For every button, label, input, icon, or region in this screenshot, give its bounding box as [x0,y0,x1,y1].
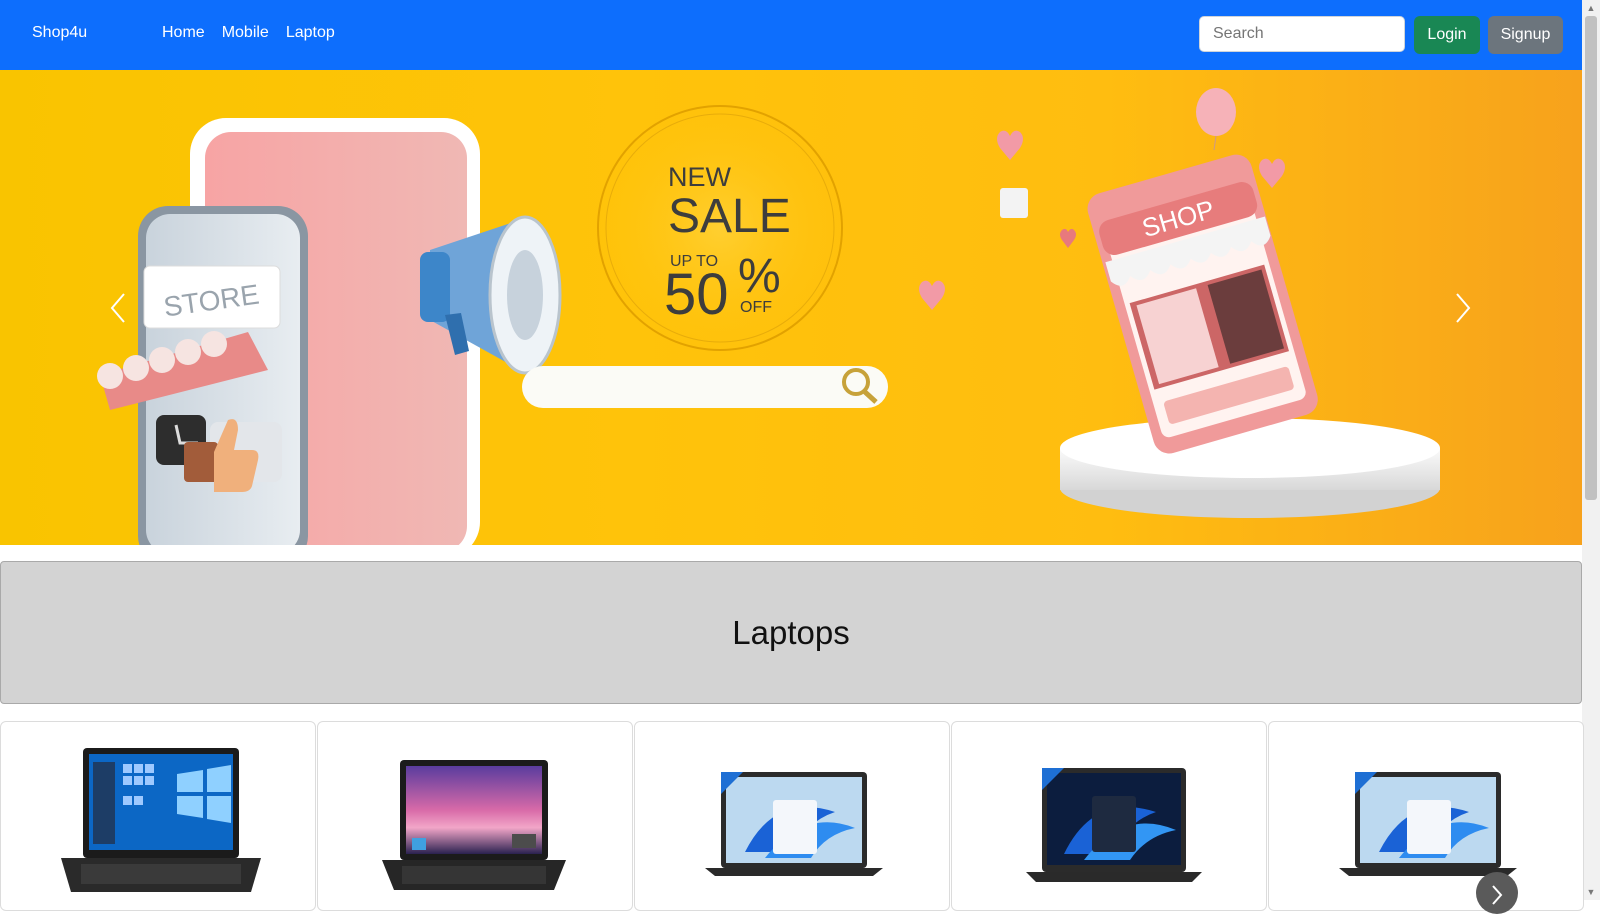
sale-off-text: OFF [740,299,772,316]
laptop-image [61,748,261,892]
chevron-right-icon [1492,885,1503,905]
nav-link-laptop[interactable]: Laptop [286,24,335,42]
laptops-section-header: Laptops [0,561,1582,704]
scroll-thumb[interactable] [1585,16,1597,500]
scroll-down-icon[interactable]: ▼ [1582,884,1600,900]
product-card[interactable] [0,721,316,911]
nav-link-mobile[interactable]: Mobile [222,24,269,42]
brand-link[interactable]: Shop4u [32,24,87,42]
section-title: Laptops [732,613,850,651]
sale-percent-text: 50 [664,262,729,327]
login-button[interactable]: Login [1414,16,1480,54]
product-card[interactable] [1268,721,1584,911]
search-input[interactable] [1199,16,1405,52]
navbar: Shop4u Home Mobile Laptop Login Signup [0,0,1582,70]
laptop-image [1339,772,1517,876]
product-list [0,721,1584,911]
nav-link-home[interactable]: Home [162,24,205,42]
page-scrollbar[interactable]: ▲ ▼ [1582,0,1600,900]
laptop-image [382,760,566,890]
sale-percent-sign: % [738,250,781,303]
chevron-right-icon [1456,292,1471,323]
product-card[interactable] [634,721,950,911]
carousel-next-button[interactable] [1403,70,1523,545]
product-card[interactable] [317,721,633,911]
laptop-image [1026,768,1202,882]
sale-banner-image: STORE NEW SALE UP TO 50 % OFF SHOP [97,88,1440,545]
chevron-left-icon [110,292,125,323]
sale-new-text: NEW [668,162,732,192]
nav-links: Home Mobile Laptop [162,24,335,42]
signup-button[interactable]: Signup [1488,16,1563,54]
product-slider-next-button[interactable] [1476,872,1518,914]
carousel-prev-button[interactable] [58,70,178,545]
hero-carousel: STORE NEW SALE UP TO 50 % OFF SHOP [0,70,1582,545]
product-card[interactable] [951,721,1267,911]
scroll-up-icon[interactable]: ▲ [1582,0,1600,16]
laptop-image [705,772,883,876]
sale-title-text: SALE [668,190,791,243]
